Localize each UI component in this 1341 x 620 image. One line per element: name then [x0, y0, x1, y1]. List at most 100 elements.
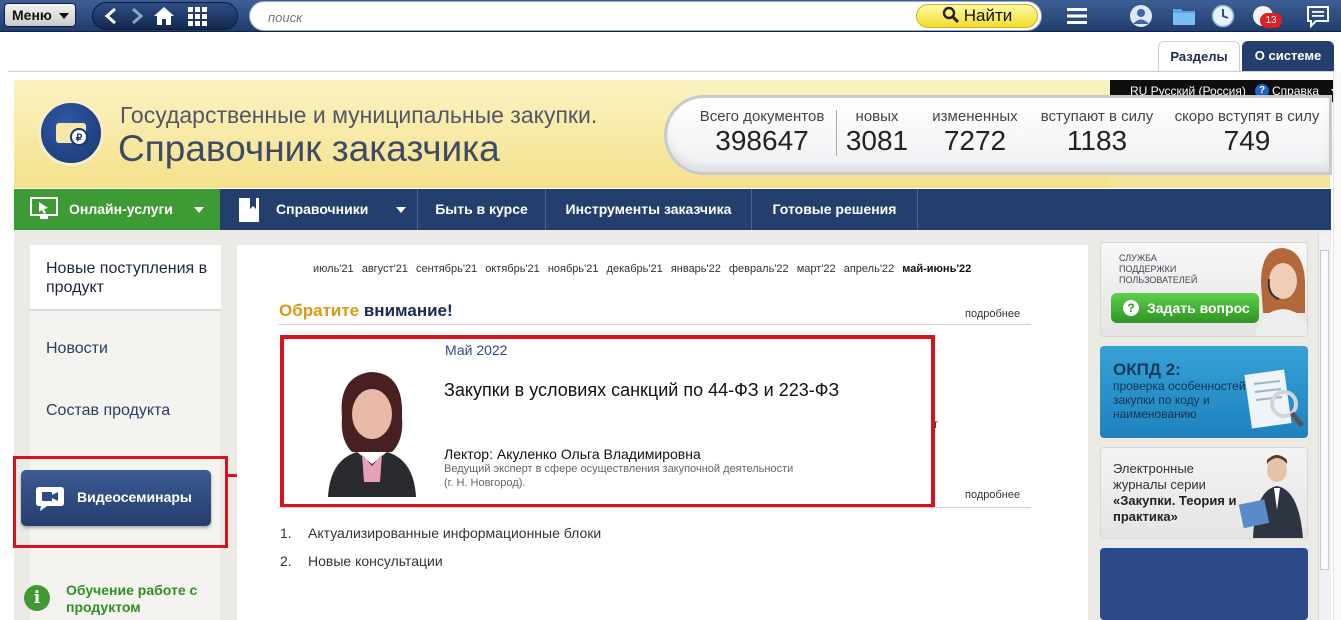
tab-about[interactable]: О системе — [1242, 41, 1334, 71]
stat-label: измененных — [932, 108, 1018, 125]
sidebar-item-training[interactable]: i Обучение работе с продуктом — [24, 582, 220, 620]
stat-value: 749 — [1223, 125, 1271, 156]
okpd-title: ОКПД 2: — [1113, 360, 1181, 379]
month-link-active[interactable]: май-июнь'22 — [902, 263, 971, 275]
okpd-text: проверка особенностей закупки по коду и … — [1113, 379, 1246, 421]
search-box: Найти — [249, 1, 1042, 31]
stat-changed[interactable]: измененных 7272 — [925, 108, 1025, 157]
nav-label: Справочники — [276, 201, 369, 217]
attention-heading: Обратите внимание! — [279, 301, 453, 321]
chevron-down-icon — [59, 13, 69, 19]
stat-value: 398647 — [715, 125, 809, 156]
month-link[interactable]: сентябрь'21 — [416, 263, 477, 275]
lecturer-photo — [328, 372, 416, 497]
month-link[interactable]: февраль'22 — [729, 263, 789, 275]
sidebar-item-news[interactable]: Новости — [46, 340, 108, 358]
sidebar-item-new-in-product[interactable]: Новые поступления в продукт — [30, 245, 221, 311]
nav-ready-solutions[interactable]: Готовые решения — [752, 189, 918, 230]
stat-label: вступают в силу — [1040, 108, 1154, 125]
stat-value: 1183 — [1066, 125, 1128, 156]
journals-title: «Закупки. Теория и практика» — [1113, 493, 1237, 524]
document-stats-panel: Всего документов 398647 новых 3081 измен… — [664, 95, 1332, 175]
month-link[interactable]: июль'21 — [313, 263, 354, 275]
find-button[interactable]: Найти — [916, 4, 1038, 28]
hamburger-menu-icon[interactable] — [1065, 4, 1089, 28]
tab-divider — [8, 71, 1333, 72]
scrollbar-thumb[interactable] — [1320, 250, 1329, 570]
menu-button[interactable]: Меню — [4, 3, 76, 27]
more-link-top[interactable]: подробнее — [965, 308, 1020, 320]
grid-apps-icon[interactable] — [185, 5, 211, 27]
month-link[interactable]: август'21 — [362, 263, 408, 275]
user-profile-icon[interactable] — [1129, 4, 1153, 28]
okpd-banner[interactable]: ОКПД 2: проверка особенностей закупки по… — [1100, 346, 1308, 438]
role-line: Ведущий эксперт в сфере осуществления за… — [444, 463, 794, 475]
chevron-down-icon — [194, 207, 204, 213]
month-link[interactable]: март'22 — [797, 263, 836, 275]
monitor-cursor-icon — [30, 197, 58, 219]
document-magnifier-icon — [1244, 369, 1304, 429]
tab-sections[interactable]: Разделы — [1158, 41, 1240, 71]
wallet-logo-icon: ₽ — [38, 100, 104, 166]
page-scrollbar[interactable] — [1333, 72, 1341, 620]
navigation-group — [92, 2, 238, 30]
businessman-image — [1238, 455, 1303, 538]
seminar-date: Май 2022 — [445, 342, 508, 358]
list-number: 2. — [280, 553, 292, 569]
seminar-title[interactable]: Закупки в условиях санкций по 44-ФЗ и 22… — [444, 380, 839, 401]
seminar-lecturer: Лектор: Акуленко Ольга Владимировна — [444, 446, 701, 462]
stray-text: г — [934, 417, 939, 431]
attention-accent: Обратите — [279, 301, 360, 320]
nav-stay-informed[interactable]: Быть в курсе — [418, 189, 546, 230]
back-arrow-icon[interactable] — [99, 5, 125, 27]
attention-rest: внимание! — [363, 301, 453, 320]
list-number: 1. — [280, 525, 292, 541]
stat-value: 3081 — [845, 125, 909, 156]
top-toolbar: Меню Найти — [0, 0, 1341, 32]
forward-arrow-icon[interactable] — [123, 5, 149, 27]
chat-icon[interactable] — [1306, 4, 1330, 28]
menu-label: Меню — [12, 7, 52, 23]
divider — [278, 324, 1031, 325]
folder-icon[interactable] — [1172, 4, 1196, 28]
list-text: Актуализированные информационные блоки — [308, 525, 602, 541]
support-banner[interactable]: СЛУЖБА ПОДДЕРЖКИ ПОЛЬЗОВАТЕЛЕЙ ? Задать … — [1100, 242, 1308, 337]
nav-label: Онлайн-услуги — [69, 201, 173, 217]
nav-online-services[interactable]: Онлайн-услуги — [14, 189, 220, 230]
month-link[interactable]: ноябрь'21 — [548, 263, 599, 275]
stat-label: Всего документов — [699, 108, 825, 125]
journals-banner[interactable]: Электронные журналы серии «Закупки. Теор… — [1100, 447, 1308, 539]
header-subtitle: Государственные и муниципальные закупки. — [120, 102, 598, 128]
list-text: Новые консультации — [308, 553, 443, 569]
sidebar-item-product-contents[interactable]: Состав продукта — [46, 402, 170, 420]
more-link-bottom[interactable]: подробнее — [965, 489, 1020, 501]
question-icon: ? — [1123, 300, 1139, 316]
book-icon — [239, 198, 259, 222]
stat-new[interactable]: новых 3081 — [840, 108, 914, 157]
stat-soon-effective[interactable]: скоро вступят в силу 749 — [1172, 108, 1322, 157]
next-banner[interactable] — [1100, 548, 1308, 620]
ask-question-button[interactable]: ? Задать вопрос — [1111, 293, 1259, 323]
home-icon[interactable] — [151, 5, 177, 27]
support-caption: СЛУЖБА ПОДДЕРЖКИ ПОЛЬЗОВАТЕЛЕЙ — [1119, 253, 1198, 285]
journals-line: Электронные журналы серии — [1113, 461, 1206, 492]
stat-effective[interactable]: вступают в силу 1183 — [1037, 108, 1157, 157]
seminar-lecturer-role: Ведущий эксперт в сфере осуществления за… — [444, 462, 864, 490]
stat-value: 7272 — [943, 125, 1007, 156]
search-icon — [942, 6, 959, 24]
month-link[interactable]: декабрь'21 — [607, 263, 663, 275]
nav-references[interactable]: Справочники — [220, 189, 418, 230]
info-icon: i — [24, 585, 50, 611]
month-link[interactable]: октябрь'21 — [485, 263, 540, 275]
divider — [278, 507, 1031, 508]
journals-text: Электронные журналы серии «Закупки. Теор… — [1113, 461, 1238, 525]
training-label: Обучение работе с продуктом — [66, 582, 198, 615]
clock-icon[interactable] — [1211, 4, 1235, 28]
search-input[interactable] — [268, 7, 908, 27]
ask-question-label: Задать вопрос — [1147, 300, 1250, 316]
month-link[interactable]: апрель'22 — [844, 263, 894, 275]
stat-total[interactable]: Всего документов 398647 — [697, 108, 827, 157]
nav-customer-tools[interactable]: Инструменты заказчика — [546, 189, 752, 230]
support-operator-image — [1255, 248, 1307, 336]
month-link[interactable]: январь'22 — [671, 263, 721, 275]
